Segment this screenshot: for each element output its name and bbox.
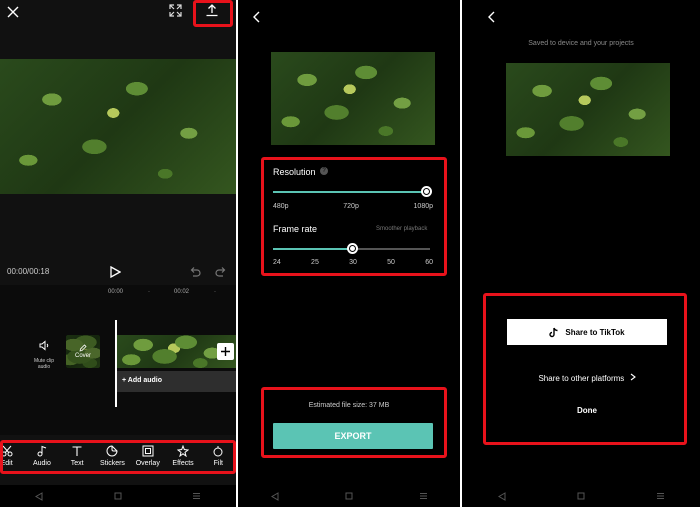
tool-label: Audio [32,460,51,467]
export-preview [271,52,435,145]
export-upload-icon[interactable] [205,3,219,22]
undo-icon[interactable] [189,265,201,283]
export-button[interactable]: EXPORT [273,423,433,449]
nav-home-icon[interactable] [574,489,588,503]
ruler-dot: · [214,289,216,295]
add-audio-button[interactable]: + Add audio [117,371,236,392]
pencil-icon [79,344,87,352]
resolution-ticks: 480p 720p 1080p [273,203,433,210]
system-nav-bar [0,485,236,507]
time-readout: 00:00/00:18 [7,267,50,276]
frame-rate-ticks: 24 25 30 50 60 [273,259,433,266]
nav-menu-icon[interactable] [653,489,667,503]
ruler-dot: · [148,289,150,295]
music-note-icon [37,445,47,457]
frame-rate-tick: 50 [387,259,395,266]
chevron-right-icon [630,373,636,381]
mute-clip-button[interactable]: Mute clip audio [30,338,58,370]
resolution-tick: 720p [343,203,359,210]
back-icon[interactable] [487,10,495,28]
tool-audio[interactable]: Audio [24,445,59,467]
video-preview [0,59,236,194]
play-icon[interactable] [110,265,122,283]
frame-rate-slider-fill [273,248,352,250]
frame-rate-slider-knob[interactable] [347,243,358,254]
tool-label: Filt [213,460,223,467]
resolution-label: Resolution [273,167,316,177]
share-screen: Saved to device and your projects Share … [462,0,700,507]
nav-back-icon[interactable] [268,489,282,503]
tool-overlay[interactable]: Overlay [130,445,165,467]
nav-menu-icon[interactable] [416,489,430,503]
effects-icon [177,445,190,457]
nav-home-icon[interactable] [111,489,125,503]
file-size-text: Estimated file size: 37 MB [308,402,390,409]
playhead [115,320,117,407]
share-preview [506,63,670,156]
share-other-label: Share to other platforms [538,374,625,383]
nav-back-icon[interactable] [32,489,46,503]
tool-stickers[interactable]: Stickers [95,445,130,467]
ruler-mark-0: 00:00 [108,289,124,295]
sticker-icon [107,445,118,457]
tiktok-icon [549,327,558,337]
export-settings-screen: Resolution ? 480p 720p 1080p Frame rate … [238,0,460,507]
share-other-button[interactable]: Share to other platforms [462,373,700,383]
frame-rate-tick: 25 [311,259,319,266]
editor-screen: 00:00/00:18 00:00 · 00:02 · Mute clip au… [0,0,236,507]
bottom-toolbar: Edit Audio Text Stickers Overlay Effects… [0,442,236,474]
tool-label: Overlay [135,460,160,467]
nav-menu-icon[interactable] [190,489,204,503]
tool-label: Effects [172,460,194,467]
frame-rate-tick: 24 [273,259,281,266]
speaker-icon [39,340,48,351]
resolution-slider-fill [273,191,426,193]
redo-icon[interactable] [215,265,227,283]
ruler-mark-1: 00:02 [174,289,190,295]
frame-rate-label: Frame rate [273,224,318,234]
back-icon[interactable] [252,10,260,28]
scissors-icon [1,445,13,457]
done-button[interactable]: Done [462,406,700,415]
plus-icon [221,347,230,356]
tool-label: Stickers [100,460,125,467]
close-icon[interactable] [7,5,19,23]
text-icon [72,446,82,456]
tool-edit[interactable]: Edit [0,445,24,467]
share-tiktok-button[interactable]: Share to TikTok [507,319,667,345]
resolution-slider-knob[interactable] [421,186,432,197]
mute-label: Mute clip audio [33,358,54,370]
tool-text[interactable]: Text [60,445,95,467]
overlay-icon [142,445,154,457]
info-icon[interactable]: ? [320,167,328,175]
tool-effects[interactable]: Effects [165,445,200,467]
frame-rate-hint: Smoother playback [376,226,428,232]
tiktok-label: Share to TikTok [565,327,625,337]
tool-label: Edit [0,460,13,467]
frame-rate-tick: 60 [425,259,433,266]
tool-filters[interactable]: Filt [201,445,236,467]
frame-rate-tick: 30 [349,259,357,266]
cover-label: Cover [74,353,91,359]
filter-icon [213,446,223,457]
system-nav-bar [238,485,460,507]
fullscreen-icon[interactable] [169,4,182,22]
add-clip-button[interactable] [217,343,234,360]
saved-text: Saved to device and your projects [528,40,634,47]
share-highlight [483,293,687,445]
resolution-tick: 1080p [413,203,433,210]
cover-thumbnail[interactable]: Cover [66,335,100,368]
tool-label: Text [70,460,84,467]
nav-home-icon[interactable] [342,489,356,503]
resolution-tick: 480p [273,203,289,210]
nav-back-icon[interactable] [495,489,509,503]
system-nav-bar [462,485,700,507]
